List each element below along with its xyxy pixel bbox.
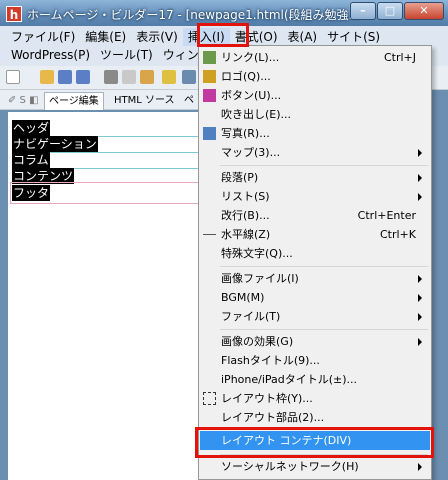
menu-separator [220, 165, 428, 166]
menu-item-layout-parts[interactable]: レイアウト部品(2)... [200, 408, 430, 427]
minimize-button[interactable]: – [350, 2, 376, 20]
page-editor[interactable]: ヘッダ ナビゲーション コラム コンテンツ フッタ [8, 112, 205, 480]
hr-icon [203, 234, 216, 235]
window-title: ホームページ・ビルダー17 - [newpage1.html(段組み勉強... [27, 8, 360, 22]
menu-item-image-effect[interactable]: 画像の効果(G) [200, 332, 430, 351]
submenu-arrow-icon [418, 174, 422, 182]
new-page-icon[interactable] [6, 70, 20, 84]
submenu-arrow-icon [418, 313, 422, 321]
menu-separator [220, 266, 428, 267]
menu-item-flash-title[interactable]: Flashタイトル(9)... [200, 351, 430, 370]
layout-frame-icon [203, 392, 216, 405]
save-icon[interactable] [58, 70, 72, 84]
paste-icon[interactable] [140, 70, 154, 84]
menu-tools[interactable]: ツール(T) [95, 46, 158, 64]
menu-item-map[interactable]: マップ(3)... [200, 143, 430, 162]
menu-item-line-break[interactable]: 改行(B)... Ctrl+Enter [200, 206, 430, 225]
menu-item-photo[interactable]: 写真(R)... [200, 124, 430, 143]
annotation-insert-menu [197, 23, 249, 47]
menu-item-paragraph[interactable]: 段落(P) [200, 168, 430, 187]
submenu-arrow-icon [418, 193, 422, 201]
photo-icon [203, 127, 216, 140]
tab-bar: ✐ S ◧ ページ編集 HTML ソース ペ [0, 90, 205, 110]
tab-icons: ✐ S ◧ [8, 95, 39, 106]
menu-wordpress[interactable]: WordPress(P) [6, 46, 95, 64]
menu-separator [220, 329, 428, 330]
menu-site[interactable]: サイト(S) [322, 28, 385, 46]
menu-item-logo[interactable]: ロゴ(Q)... [200, 67, 430, 86]
save-all-icon[interactable] [76, 70, 90, 84]
annotation-layout-container [195, 427, 434, 458]
menu-item-social-network[interactable]: ソーシャルネットワーク(H) [200, 457, 430, 476]
menu-view[interactable]: 表示(V) [131, 28, 183, 46]
submenu-arrow-icon [418, 338, 422, 346]
tab-page-edit[interactable]: ページ編集 [44, 92, 104, 110]
button-icon [203, 89, 216, 102]
block-header[interactable]: ヘッダ [12, 120, 51, 136]
submenu-arrow-icon [418, 149, 422, 157]
menu-item-file[interactable]: ファイル(T) [200, 307, 430, 326]
menu-item-balloon[interactable]: 吹き出し(E)... [200, 105, 430, 124]
menu-file[interactable]: ファイル(F) [6, 28, 80, 46]
menu-edit[interactable]: 編集(E) [80, 28, 131, 46]
menu-item-bgm[interactable]: BGM(M) [200, 288, 430, 307]
insert-menu: リンク(L)... Ctrl+J ロゴ(Q)... ボタン(U)... 吹き出し… [198, 45, 432, 480]
menu-table[interactable]: 表(A) [283, 28, 323, 46]
menu-item-button[interactable]: ボタン(U)... [200, 86, 430, 105]
submenu-arrow-icon [418, 275, 422, 283]
app-icon: h [6, 6, 22, 22]
submenu-arrow-icon [418, 463, 422, 471]
block-column[interactable]: コラム [12, 152, 50, 168]
link-icon [203, 51, 216, 64]
menu-item-layout-frame[interactable]: レイアウト枠(Y)... [200, 389, 430, 408]
block-footer[interactable]: フッタ [12, 185, 51, 201]
undo-icon[interactable] [182, 70, 196, 84]
menu-item-special-char[interactable]: 特殊文字(Q)... [200, 244, 430, 263]
submenu-arrow-icon [418, 294, 422, 302]
format-icon[interactable] [162, 70, 176, 84]
menu-item-image-file[interactable]: 画像ファイル(I) [200, 269, 430, 288]
block-navigation[interactable]: ナビゲーション [12, 136, 98, 152]
menu-item-horizontal-rule[interactable]: 水平線(Z) Ctrl+K [200, 225, 430, 244]
tab-html-source[interactable]: HTML ソース [110, 92, 179, 110]
maximize-button[interactable]: □ [377, 2, 403, 20]
menu-item-list[interactable]: リスト(S) [200, 187, 430, 206]
tab-preview[interactable]: ペ [180, 92, 198, 110]
close-button[interactable]: ✕ [404, 2, 444, 20]
cut-icon[interactable] [104, 70, 118, 84]
logo-icon [203, 70, 216, 83]
open-icon[interactable] [40, 70, 54, 84]
menu-item-link[interactable]: リンク(L)... Ctrl+J [200, 48, 430, 67]
menu-item-iphone-title[interactable]: iPhone/iPadタイトル(±)... [200, 370, 430, 389]
copy-icon[interactable] [122, 70, 136, 84]
